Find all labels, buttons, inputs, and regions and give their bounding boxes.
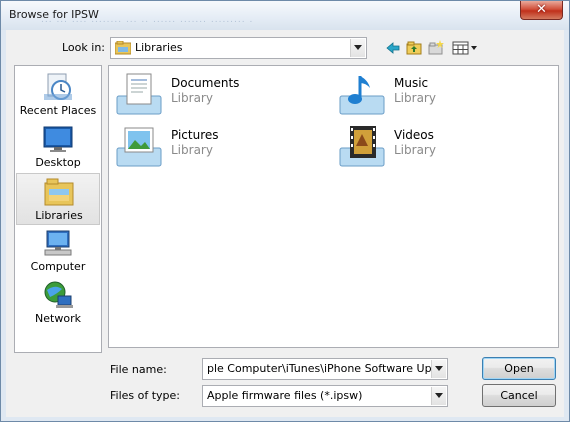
chevron-down-icon[interactable] xyxy=(350,39,365,57)
libraries-icon xyxy=(44,178,74,206)
music-library-icon xyxy=(339,76,385,115)
place-label-recent-places: Recent Places xyxy=(19,104,97,117)
network-icon xyxy=(44,281,73,308)
place-label-libraries: Libraries xyxy=(35,209,83,222)
place-libraries[interactable]: Libraries xyxy=(16,173,100,225)
library-type-pictures: Library xyxy=(171,143,213,157)
library-item-pictures[interactable]: Pictures Library xyxy=(115,124,315,168)
filename-input[interactable]: ple Computer\iTunes\iPhone Software Upda… xyxy=(202,358,448,380)
lookin-value: Libraries xyxy=(135,41,183,54)
up-folder-icon[interactable] xyxy=(406,40,422,56)
back-arrow-icon[interactable] xyxy=(385,40,401,56)
filename-label: File name: xyxy=(110,363,167,376)
pictures-library-icon xyxy=(116,127,162,167)
blurred-background-text: ... ... .... ........ ... .. ...... ....… xyxy=(41,15,254,25)
documents-library-icon xyxy=(116,73,162,115)
library-name-videos: Videos xyxy=(394,128,434,142)
library-type-videos: Library xyxy=(394,143,436,157)
lookin-combo[interactable]: Libraries xyxy=(110,37,367,59)
library-type-music: Library xyxy=(394,91,436,105)
library-item-music[interactable]: Music Library xyxy=(338,72,538,116)
file-list-view[interactable]: Documents Library Music Library Pictures… xyxy=(108,65,559,348)
library-name-music: Music xyxy=(394,76,429,90)
new-folder-icon[interactable] xyxy=(428,40,444,56)
place-label-computer: Computer xyxy=(30,260,86,273)
library-type-documents: Library xyxy=(171,91,213,105)
filetype-value: Apple firmware files (*.ipsw) xyxy=(207,389,363,402)
filetype-dropdown-icon[interactable] xyxy=(431,387,446,405)
filename-value: ple Computer\iTunes\iPhone Software Upda… xyxy=(207,362,431,375)
close-icon: ✕ xyxy=(536,2,547,17)
library-item-videos[interactable]: Videos Library xyxy=(338,124,538,168)
place-label-desktop: Desktop xyxy=(35,156,81,169)
videos-library-icon xyxy=(339,126,385,167)
filename-dropdown-icon[interactable] xyxy=(431,360,446,378)
title-bar[interactable]: Browse for IPSW ... ... .... ........ ..… xyxy=(1,1,569,30)
close-button[interactable]: ✕ xyxy=(520,1,563,20)
place-computer[interactable]: Computer xyxy=(16,225,100,277)
place-label-network: Network xyxy=(35,312,81,325)
desktop-icon xyxy=(43,126,73,152)
browse-dialog-window: Browse for IPSW ... ... .... ........ ..… xyxy=(0,0,570,422)
lookin-label: Look in: xyxy=(62,41,105,54)
library-name-pictures: Pictures xyxy=(171,128,219,142)
place-network[interactable]: Network xyxy=(16,277,100,329)
places-bar: Recent Places Desktop Libraries Computer… xyxy=(14,65,102,353)
place-recent-places[interactable]: Recent Places xyxy=(16,69,100,121)
libraries-small-icon xyxy=(115,41,131,55)
cancel-button[interactable]: Cancel xyxy=(482,384,556,407)
dialog-client-area: Look in: Libraries Recent Places Desktop… xyxy=(6,30,564,417)
computer-icon xyxy=(44,230,72,256)
library-name-documents: Documents xyxy=(171,76,240,90)
view-menu-icon[interactable] xyxy=(452,40,478,56)
filetype-select[interactable]: Apple firmware files (*.ipsw) xyxy=(202,385,448,407)
recent-places-icon xyxy=(44,73,72,100)
filetype-label: Files of type: xyxy=(110,389,181,402)
place-desktop[interactable]: Desktop xyxy=(16,121,100,173)
open-button[interactable]: Open xyxy=(482,357,556,380)
library-item-documents[interactable]: Documents Library xyxy=(115,72,315,116)
